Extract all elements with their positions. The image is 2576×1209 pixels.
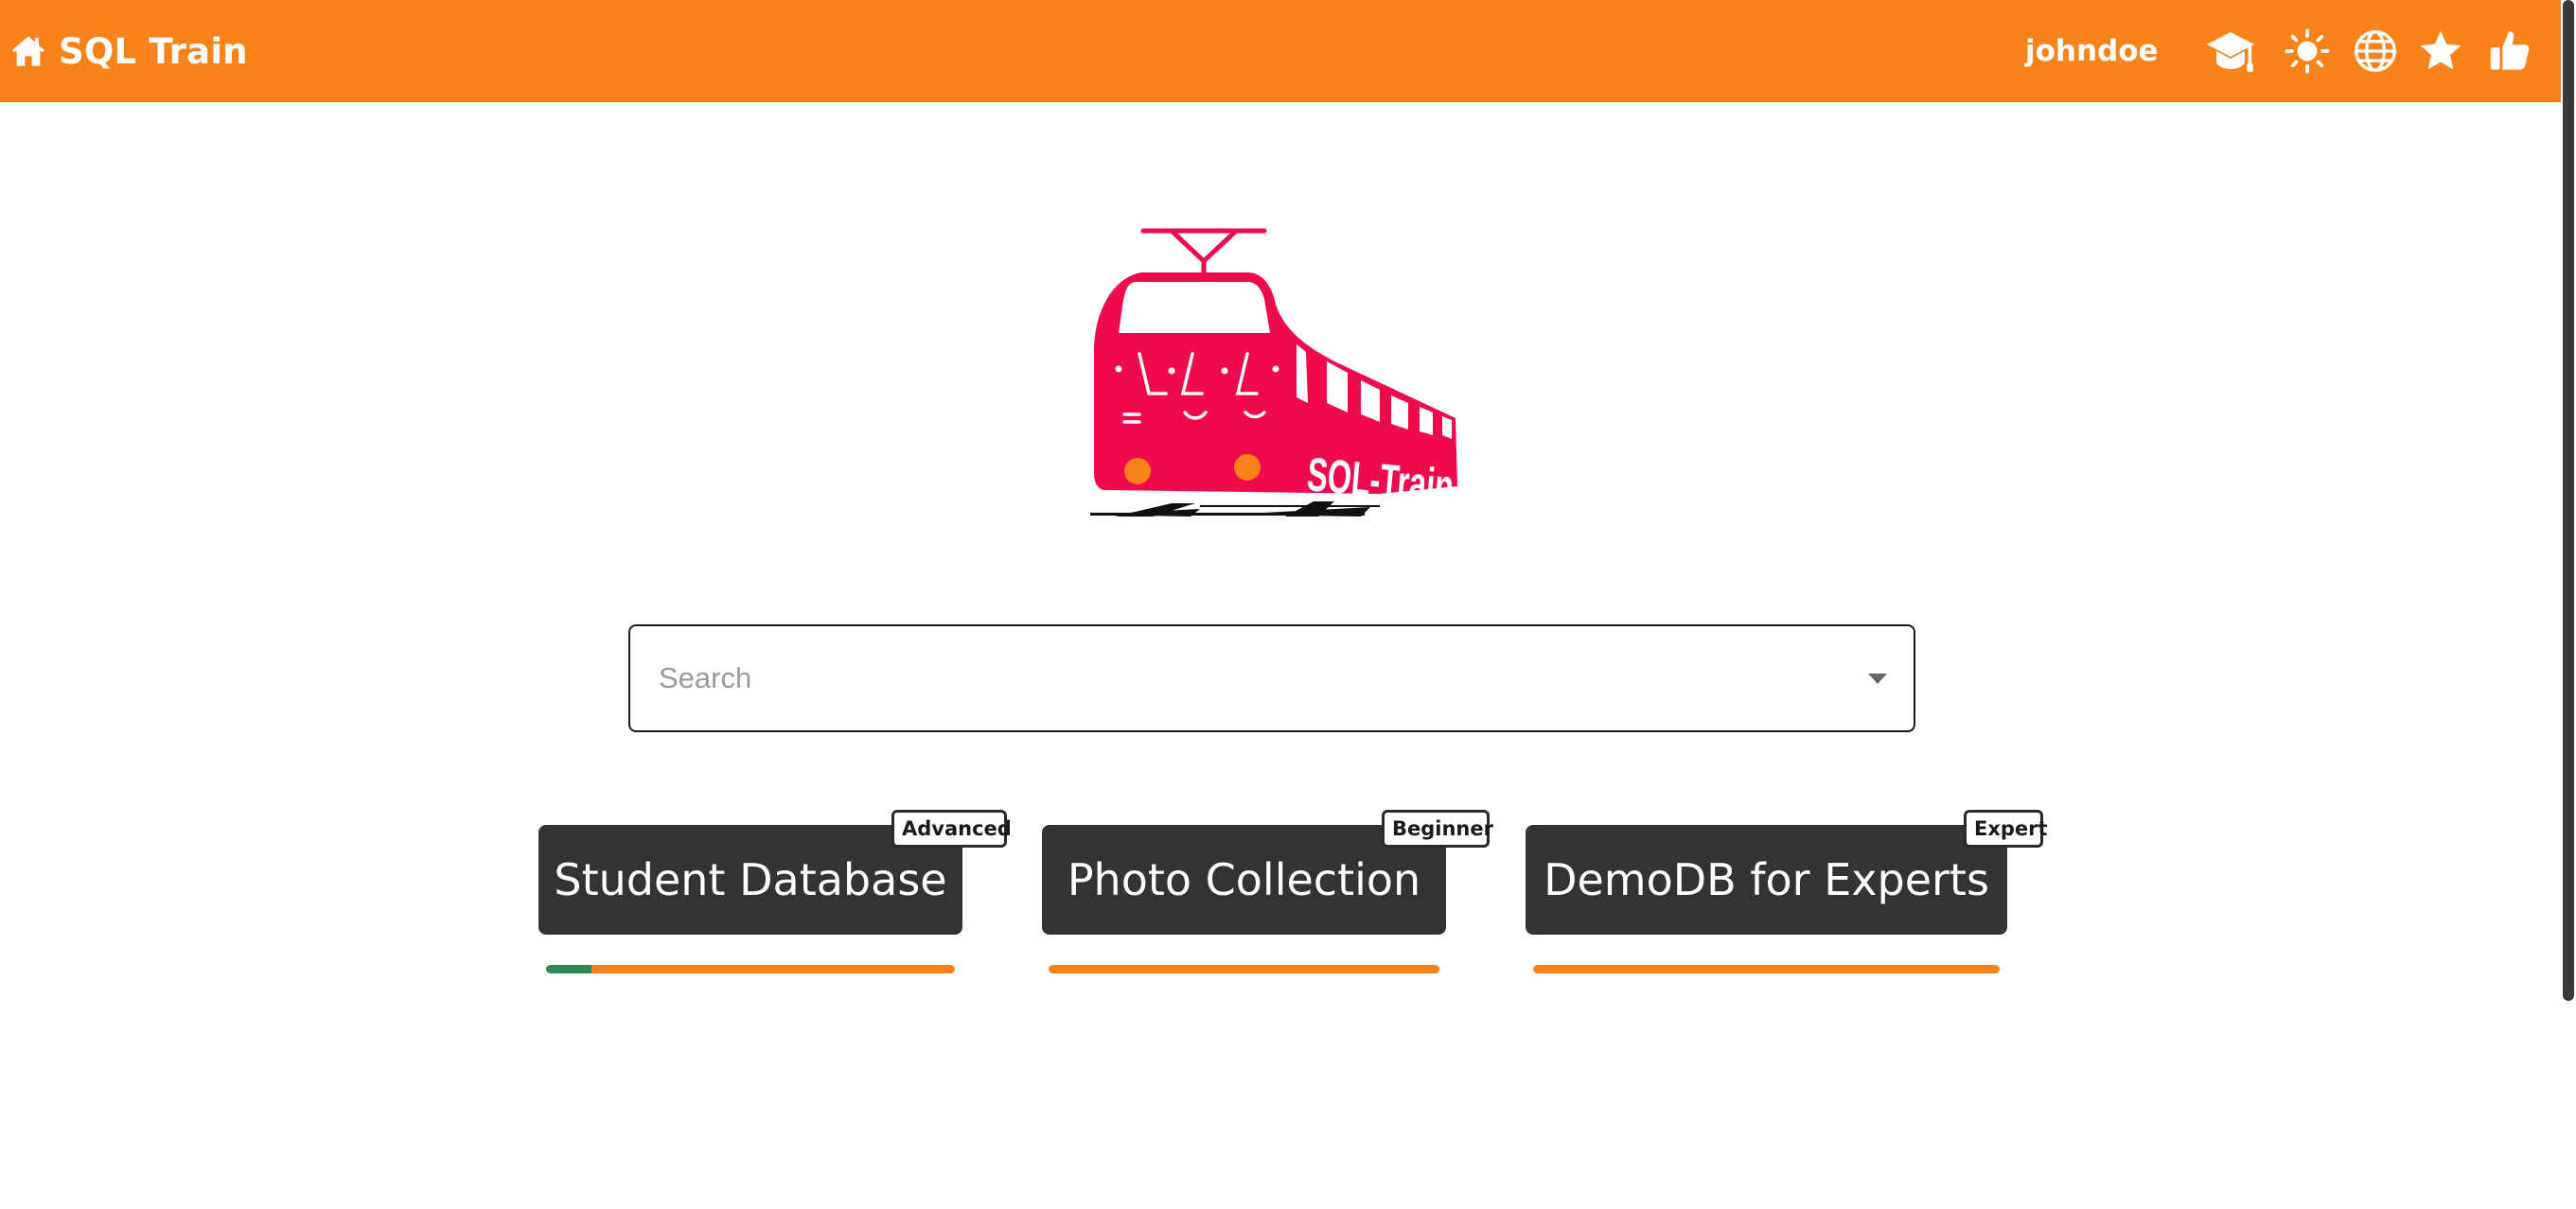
- globe-icon: [2355, 30, 2396, 72]
- app-title: SQL Train: [59, 30, 248, 72]
- star-icon: [2420, 30, 2461, 70]
- progress-bar: [1049, 965, 1439, 973]
- database-search-combobox[interactable]: [628, 624, 1915, 732]
- home-link[interactable]: SQL Train: [9, 23, 248, 79]
- scrollbar-thumb[interactable]: [2563, 0, 2574, 1001]
- difficulty-badge: Expert: [1964, 810, 2048, 848]
- database-card-demodb-for-experts[interactable]: DemoDB for Experts: [1526, 825, 2007, 935]
- difficulty-badge: Advanced: [891, 810, 1012, 848]
- home-icon: [12, 36, 44, 66]
- page-scrollbar[interactable]: [2561, 0, 2576, 1209]
- database-name: DemoDB for Experts: [1544, 854, 1989, 905]
- chevron-down-icon[interactable]: [1864, 667, 1891, 690]
- progress-bar: [1533, 965, 2000, 973]
- language-button[interactable]: [2347, 23, 2404, 79]
- username-link[interactable]: johndoe: [2025, 25, 2159, 78]
- progress-bar: [546, 965, 955, 973]
- progress-bar-fill: [546, 965, 591, 973]
- sun-icon: [2285, 28, 2330, 74]
- graduation-cap-icon: [2207, 32, 2254, 72]
- thumbs-up-icon: [2490, 31, 2530, 70]
- feedback-button[interactable]: [2481, 23, 2538, 79]
- favorites-button[interactable]: [2412, 23, 2469, 79]
- sql-train-logo: SQL-Train: [1090, 228, 1457, 517]
- exercises-button[interactable]: [2202, 23, 2259, 79]
- search-input[interactable]: [659, 626, 1794, 730]
- difficulty-badge: Beginner: [1382, 810, 1493, 848]
- theme-toggle-button[interactable]: [2279, 23, 2336, 79]
- top-navbar: SQL Train johndoe: [0, 0, 2561, 102]
- page: SQL Train johndoe SQL-Train Search Stude…: [0, 0, 2576, 1209]
